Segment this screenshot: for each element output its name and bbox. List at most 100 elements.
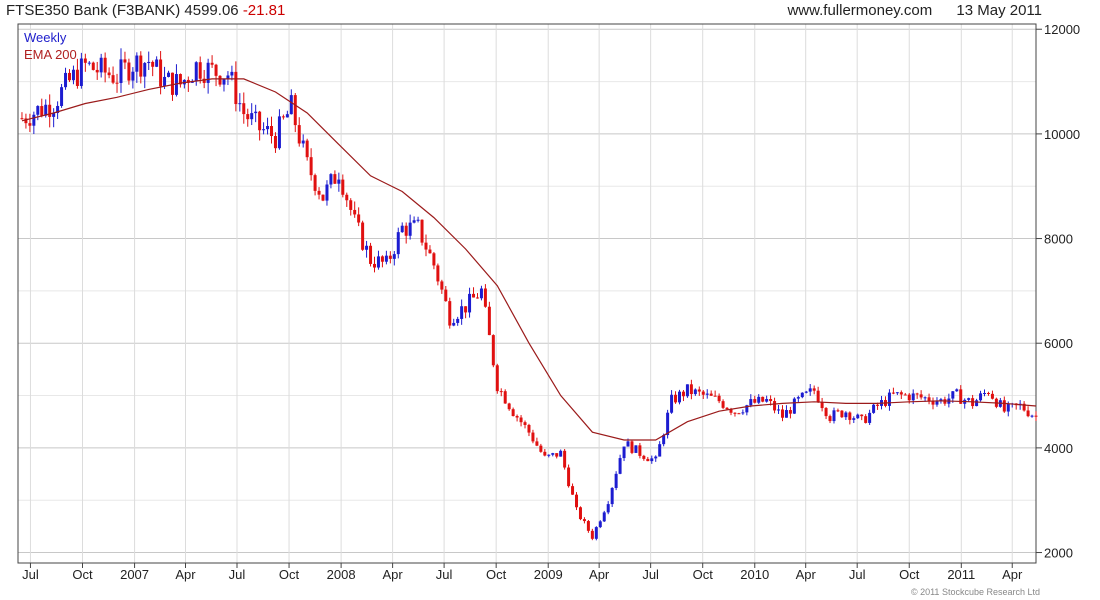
- candle-body: [602, 512, 606, 522]
- candle-body: [788, 410, 792, 414]
- candle-body: [547, 454, 551, 456]
- candle-body: [567, 467, 571, 487]
- candle-body: [986, 393, 990, 395]
- candle-body: [214, 64, 218, 76]
- x-tick-label: 2008: [327, 567, 356, 582]
- candle-body: [357, 214, 361, 223]
- x-tick-label: Jul: [436, 567, 453, 582]
- candle-body: [630, 441, 634, 453]
- candle-body: [289, 95, 293, 115]
- candle-body: [860, 414, 864, 417]
- x-tick-label: Jul: [229, 567, 246, 582]
- candle-body: [131, 71, 135, 81]
- candle-body: [258, 111, 262, 131]
- candle-body: [83, 58, 87, 63]
- candle-body: [951, 391, 955, 399]
- candle-body: [170, 72, 174, 95]
- candle-body: [899, 392, 903, 395]
- candle-body: [674, 394, 678, 403]
- candle-body: [226, 75, 230, 79]
- candle-body: [555, 453, 559, 457]
- candle-body: [658, 444, 662, 457]
- y-tick-label: 4000: [1044, 441, 1073, 456]
- weekly-candles: [20, 48, 1038, 541]
- x-tick-label: Oct: [486, 567, 507, 582]
- candle-body: [281, 116, 285, 118]
- candle-body: [733, 412, 737, 414]
- candle-body: [420, 219, 424, 243]
- candle-body: [503, 391, 507, 404]
- legend-weekly: Weekly: [24, 30, 67, 45]
- candle-body: [721, 401, 725, 408]
- candle-body: [234, 71, 238, 105]
- candle-body: [273, 136, 277, 149]
- price-chart: 12000 10000 8000 6000 4000 2000 Jul Oct 2007 Apr…: [17, 22, 1080, 582]
- candle-body: [586, 521, 590, 531]
- candle-body: [761, 396, 765, 402]
- candle-body: [515, 416, 519, 418]
- candle-body: [796, 397, 800, 399]
- candle-body: [440, 281, 444, 290]
- candle-body: [527, 424, 531, 433]
- candle-body: [1006, 403, 1010, 412]
- candle-body: [792, 398, 796, 414]
- candle-body: [341, 179, 345, 195]
- x-tick-label: 2011: [947, 567, 975, 582]
- candle-body: [369, 245, 373, 264]
- candle-body: [40, 106, 44, 116]
- candle-body: [891, 392, 895, 394]
- candle-body: [163, 76, 167, 87]
- candle-body: [773, 401, 777, 411]
- candle-body: [365, 245, 369, 250]
- candle-body: [935, 401, 939, 405]
- x-tick-label: Oct: [899, 567, 920, 582]
- candle-body: [230, 71, 234, 76]
- y-tick-label: 8000: [1044, 232, 1073, 247]
- candle-body: [507, 403, 511, 410]
- candle-body: [816, 390, 820, 403]
- candle-body: [64, 72, 68, 88]
- candle-body: [75, 69, 79, 86]
- candle-body: [895, 392, 899, 394]
- candle-body: [277, 116, 281, 149]
- candle-body: [741, 412, 745, 414]
- candle-body: [919, 394, 923, 398]
- candle-body: [384, 255, 388, 262]
- candle-body: [856, 414, 860, 419]
- candle-body: [194, 62, 198, 82]
- candle-body: [412, 220, 416, 223]
- candle-body: [495, 365, 499, 392]
- candle-body: [143, 63, 147, 77]
- candle-body: [911, 393, 915, 401]
- candle-body: [71, 69, 75, 81]
- candle-body: [321, 194, 325, 201]
- candle-body: [820, 402, 824, 409]
- candle-body: [424, 242, 428, 250]
- candle-body: [254, 111, 258, 114]
- candle-body: [111, 75, 115, 83]
- y-tick-label: 12000: [1044, 22, 1080, 37]
- candle-body: [800, 392, 804, 398]
- legend-ema-200: EMA 200: [24, 47, 77, 62]
- candle-body: [678, 391, 682, 403]
- x-tick-label: Apr: [589, 567, 610, 582]
- candle-body: [301, 140, 305, 144]
- candle-body: [28, 123, 32, 126]
- candle-body: [757, 396, 761, 403]
- candle-body: [60, 87, 64, 106]
- candle-body: [848, 412, 852, 420]
- candle-body: [491, 335, 495, 366]
- candle-body: [392, 254, 396, 259]
- candle-body: [571, 486, 575, 495]
- candle-body: [266, 126, 270, 130]
- candle-body: [309, 157, 313, 176]
- candle-body: [666, 412, 670, 436]
- candle-body: [575, 494, 579, 508]
- x-tick-label: Oct: [693, 567, 714, 582]
- ema-200-line: [21, 78, 1037, 441]
- candle-body: [400, 225, 404, 233]
- candle-body: [325, 184, 329, 201]
- candle-body: [618, 458, 622, 474]
- candle-body: [67, 72, 71, 81]
- candle-body: [198, 62, 202, 79]
